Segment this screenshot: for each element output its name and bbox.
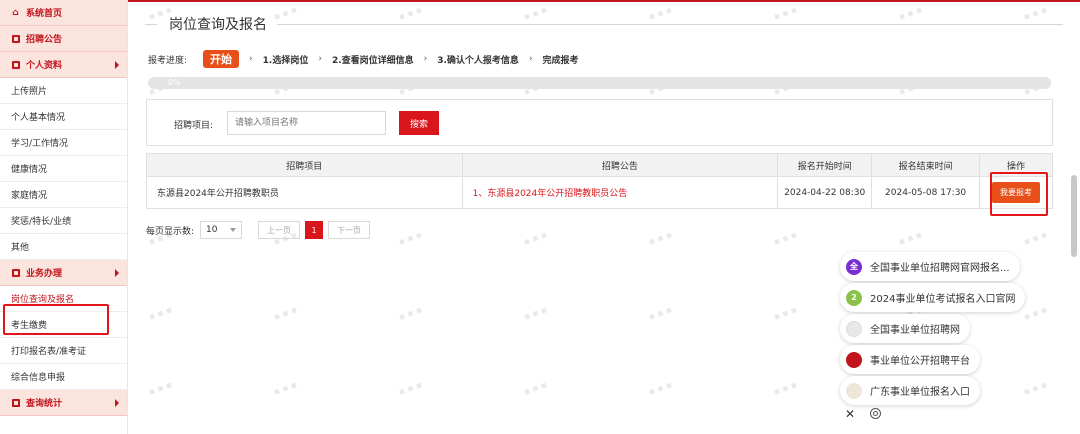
- chevron-down-icon: [230, 228, 237, 232]
- step-separator: ›: [318, 54, 322, 64]
- gear-icon[interactable]: [870, 408, 881, 419]
- sidebar-business-label: 业务办理: [26, 269, 63, 279]
- sidebar-announce[interactable]: 招聘公告: [0, 26, 127, 52]
- suggestion-text: 全国事业单位招聘网官网报名...: [870, 263, 1010, 274]
- step-complete: 完成报考: [542, 55, 579, 66]
- prev-page-button[interactable]: 上一页: [258, 221, 301, 239]
- sidebar-home[interactable]: ⌂ 系统首页: [0, 0, 127, 26]
- scrollbar[interactable]: [1071, 175, 1077, 257]
- home-icon: ⌂: [12, 7, 19, 18]
- suggestion-text: 事业单位公开招聘平台: [870, 356, 970, 367]
- close-icon[interactable]: ✕: [845, 407, 855, 421]
- sidebar-item-label: 打印报名表/准考证: [11, 347, 87, 357]
- step-separator: ›: [423, 54, 428, 64]
- page-number-current[interactable]: 1: [305, 221, 324, 239]
- highlight-business-menu: [3, 304, 109, 335]
- step-select-job: 1.选择岗位: [262, 55, 309, 66]
- sidebar-business-header[interactable]: 业务办理: [0, 260, 127, 286]
- sidebar-home-label: 系统首页: [26, 9, 63, 19]
- sidebar-item-label: 个人基本情况: [11, 113, 66, 123]
- stats-icon: [11, 398, 20, 407]
- cell-end-time: 2024-05-08 17:30: [871, 176, 981, 209]
- suggestion-icon: [846, 320, 862, 337]
- col-header-announcement: 招聘公告: [461, 153, 779, 177]
- sidebar-item-label: 其他: [11, 243, 30, 253]
- sidebar-profile-header[interactable]: 个人资料: [0, 52, 127, 78]
- search-input[interactable]: [227, 111, 386, 135]
- col-header-project: 招聘项目: [146, 153, 463, 177]
- search-panel: 招聘项目: 搜索: [146, 99, 1053, 146]
- step-view-details: 2.查看岗位详细信息: [331, 55, 414, 66]
- sidebar-item-label: 上传照片: [11, 87, 48, 97]
- title-divider: [277, 23, 1063, 25]
- sidebar-item-other[interactable]: 其他: [0, 234, 127, 260]
- col-header-end: 报名结束时间: [871, 153, 981, 177]
- suggestion-icon: 全: [846, 258, 862, 275]
- sidebar-item-basic-info[interactable]: 个人基本情况: [0, 104, 127, 130]
- suggestion-text: 2024事业单位考试报名入口官网: [870, 294, 1016, 305]
- job-table: 招聘项目 招聘公告 报名开始时间 报名结束时间 操作 东源县2024年公开招聘教…: [146, 153, 1053, 209]
- sidebar-item-label: 健康情况: [11, 165, 48, 175]
- suggestion-item[interactable]: 全 全国事业单位招聘网官网报名...: [840, 252, 1020, 281]
- suggestion-text: 广东事业单位报名入口: [870, 387, 970, 398]
- step-separator: ›: [528, 54, 533, 64]
- col-header-start: 报名开始时间: [777, 153, 873, 177]
- sidebar-stats-header[interactable]: 查询统计: [0, 390, 127, 416]
- step-confirm-info: 3.确认个人报考信息: [437, 55, 519, 66]
- steps-label: 报考进度:: [148, 55, 188, 66]
- sidebar-profile-label: 个人资料: [26, 61, 63, 71]
- profile-icon: [11, 60, 20, 69]
- sidebar-item-study-work[interactable]: 学习/工作情况: [0, 130, 127, 156]
- progress-bar: 0%: [148, 77, 1051, 89]
- sidebar-item-label: 奖惩/特长/业绩: [11, 217, 72, 227]
- table-header-row: 招聘项目 招聘公告 报名开始时间 报名结束时间 操作: [146, 153, 1053, 177]
- highlight-apply-button: [990, 172, 1048, 216]
- sidebar-item-label: 家庭情况: [11, 191, 48, 201]
- business-icon: [11, 268, 20, 277]
- chevron-right-icon: [115, 399, 119, 407]
- page-title: 岗位查询及报名: [169, 17, 267, 33]
- search-label: 招聘项目:: [174, 121, 214, 131]
- cell-start-time: 2024-04-22 08:30: [777, 176, 873, 209]
- page-size-select[interactable]: 10: [200, 221, 243, 239]
- suggestion-icon: [846, 382, 862, 399]
- announcement-link[interactable]: 1、东源县2024年公开招聘教职员公告: [461, 176, 779, 209]
- suggestion-icon: [846, 351, 862, 368]
- next-page-button[interactable]: 下一页: [328, 221, 371, 239]
- pagination: 每页显示数: 10 上一页 1 下一页: [146, 221, 371, 239]
- chevron-right-icon: [115, 61, 119, 69]
- suggestion-item[interactable]: 2 2024事业单位考试报名入口官网: [840, 283, 1026, 312]
- page-size-label: 每页显示数:: [146, 226, 195, 237]
- page-size-value: 10: [206, 225, 218, 235]
- suggestion-icon: 2: [846, 289, 862, 306]
- sidebar-item-label: 综合信息申报: [11, 373, 66, 383]
- suggestion-item[interactable]: 事业单位公开招聘平台: [840, 345, 980, 374]
- progress-steps: 报考进度: 开始 › 1.选择岗位 › 2.查看岗位详细信息 › 3.确认个人报…: [148, 50, 579, 68]
- sidebar-item-health[interactable]: 健康情况: [0, 156, 127, 182]
- suggestion-item[interactable]: 广东事业单位报名入口: [840, 376, 980, 405]
- sidebar-announce-label: 招聘公告: [26, 35, 63, 45]
- suggestion-text: 全国事业单位招聘网: [870, 325, 960, 336]
- page-title-row: 岗位查询及报名: [145, 14, 1063, 34]
- sidebar-item-awards[interactable]: 奖惩/特长/业绩: [0, 208, 127, 234]
- progress-label: 0%: [168, 78, 181, 87]
- cell-project: 东源县2024年公开招聘教职员: [146, 176, 463, 209]
- suggestion-item[interactable]: 全国事业单位招聘网: [840, 314, 970, 343]
- step-separator: ›: [249, 54, 253, 64]
- sidebar-item-print[interactable]: 打印报名表/准考证: [0, 338, 127, 364]
- title-divider: [145, 23, 157, 25]
- sidebar-stats-label: 查询统计: [26, 399, 63, 409]
- sidebar-item-label: 学习/工作情况: [11, 139, 69, 149]
- sidebar-item-declare[interactable]: 综合信息申报: [0, 364, 127, 390]
- search-button[interactable]: 搜索: [399, 111, 439, 135]
- sidebar-item-upload-photo[interactable]: 上传照片: [0, 78, 127, 104]
- table-row: 东源县2024年公开招聘教职员 1、东源县2024年公开招聘教职员公告 2024…: [146, 176, 1053, 209]
- sidebar-item-family[interactable]: 家庭情况: [0, 182, 127, 208]
- sidebar: ⌂ 系统首页 招聘公告 个人资料 上传照片 个人基本情况 学习/工作情况 健康情…: [0, 0, 128, 434]
- chevron-right-icon: [115, 269, 119, 277]
- document-icon: [11, 34, 20, 43]
- step-start-badge: 开始: [203, 50, 240, 68]
